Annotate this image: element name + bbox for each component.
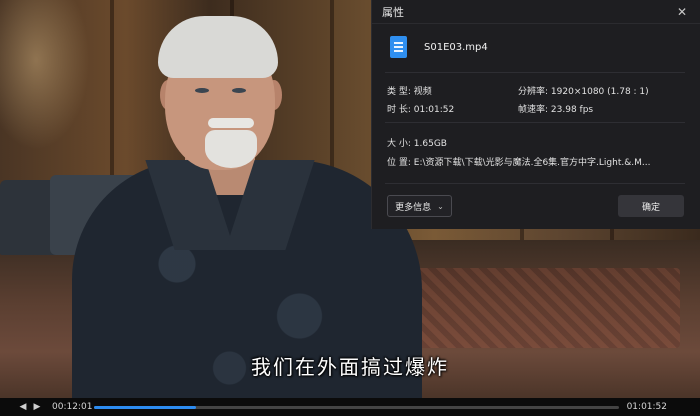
prop-type-value: 视频 bbox=[413, 87, 432, 97]
divider bbox=[385, 72, 685, 73]
prop-duration-label: 时 长: bbox=[387, 105, 411, 115]
file-name: S01E03.mp4 bbox=[424, 41, 488, 53]
divider bbox=[385, 122, 685, 123]
chevron-down-icon: ⌄ bbox=[437, 201, 444, 211]
video-file-icon bbox=[390, 36, 407, 58]
prop-type: 类 型: 视频 bbox=[387, 84, 432, 97]
prop-size-value: 1.65GB bbox=[413, 139, 447, 149]
next-icon[interactable]: ▶ bbox=[30, 398, 44, 416]
prop-framerate: 帧速率: 23.98 fps bbox=[518, 102, 593, 115]
prop-location: 位 置: E:\资源下载\下载\光影与魔法.全6集.官方中字.Light.&.M… bbox=[387, 155, 650, 168]
file-row: S01E03.mp4 bbox=[390, 36, 488, 58]
current-time: 00:12:01 bbox=[52, 402, 93, 412]
prop-location-value[interactable]: E:\资源下载\下载\光影与魔法.全6集.官方中字.Light.&.M... bbox=[414, 158, 651, 168]
previous-icon[interactable]: ◀ bbox=[16, 398, 30, 416]
prop-size: 大 小: 1.65GB bbox=[387, 136, 447, 149]
progress-track[interactable] bbox=[94, 405, 619, 409]
more-info-button[interactable]: 更多信息 ⌄ bbox=[387, 195, 452, 217]
window-light bbox=[0, 0, 90, 150]
total-time: 01:01:52 bbox=[626, 402, 667, 412]
ok-button[interactable]: 确定 bbox=[618, 195, 684, 217]
subtitle-text: 我们在外面搞过爆炸 bbox=[251, 355, 449, 379]
rug bbox=[380, 268, 680, 348]
dialog-title: 属性 bbox=[382, 5, 404, 19]
progress-fill bbox=[94, 405, 197, 409]
prop-resolution-value: 1920×1080 (1.78 : 1) bbox=[550, 87, 649, 97]
person-eye-right bbox=[232, 88, 246, 93]
person-beard bbox=[205, 130, 257, 168]
player-control-bar: ◀ ▶ 00:12:01 01:01:52 bbox=[0, 398, 700, 416]
person-hair bbox=[158, 16, 278, 78]
more-info-label: 更多信息 bbox=[395, 202, 432, 213]
prop-size-label: 大 小: bbox=[387, 139, 411, 149]
prop-duration: 时 长: 01:01:52 bbox=[387, 102, 454, 115]
person-eye-left bbox=[195, 88, 209, 93]
prop-location-label: 位 置: bbox=[387, 158, 411, 168]
prop-type-label: 类 型: bbox=[387, 87, 411, 97]
prop-resolution-label: 分辨率: bbox=[518, 87, 549, 97]
prop-resolution: 分辨率: 1920×1080 (1.78 : 1) bbox=[518, 84, 649, 97]
prop-duration-value: 01:01:52 bbox=[413, 105, 455, 115]
person-mustache bbox=[208, 118, 254, 128]
close-icon[interactable]: ✕ bbox=[674, 4, 690, 20]
divider bbox=[385, 183, 685, 184]
prop-framerate-label: 帧速率: bbox=[518, 105, 549, 115]
prop-framerate-value: 23.98 fps bbox=[550, 105, 594, 115]
dialog-header: 属性 bbox=[372, 0, 700, 24]
